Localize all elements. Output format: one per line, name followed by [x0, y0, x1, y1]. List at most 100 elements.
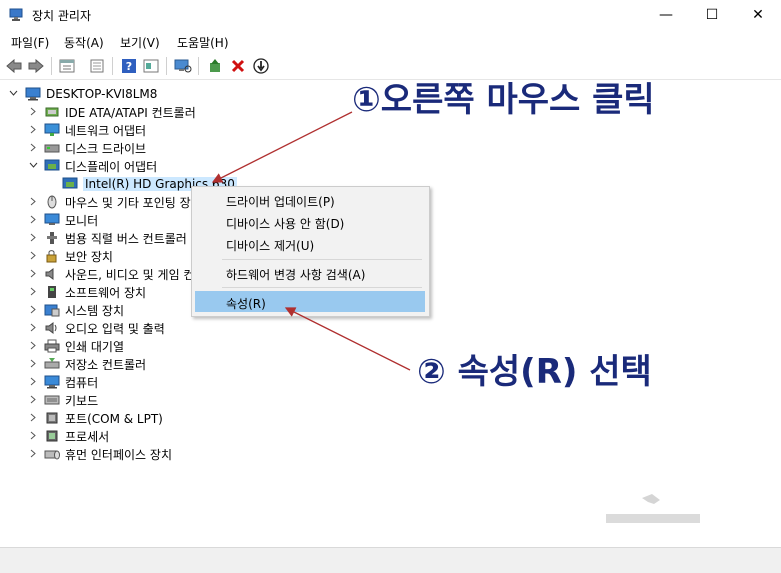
menu-item-scan-hardware[interactable]: 하드웨어 변경 사항 검색(A) — [226, 266, 365, 283]
scan-hardware-icon[interactable] — [174, 57, 192, 75]
menu-separator — [222, 287, 422, 288]
help-icon[interactable]: ? — [120, 57, 138, 75]
menu-view[interactable]: 보기(V) — [120, 34, 160, 51]
forward-icon[interactable] — [27, 57, 45, 75]
expand-chevron-icon[interactable] — [29, 413, 38, 422]
tree-item-processor[interactable]: 프로세서 — [44, 427, 109, 445]
toolbar-separator — [198, 57, 199, 75]
expand-chevron-icon[interactable] — [29, 305, 38, 314]
tree-item-print-queue[interactable]: 인쇄 대기열 — [44, 337, 124, 355]
tree-item-label: 인쇄 대기열 — [65, 339, 125, 354]
collapse-chevron-icon[interactable] — [29, 161, 38, 170]
context-menu: 드라이버 업데이트(P) 디바이스 사용 안 함(D) 디바이스 제거(U) 하… — [191, 186, 430, 317]
expand-chevron-icon[interactable] — [29, 431, 38, 440]
expand-chevron-icon[interactable] — [29, 215, 38, 224]
disk-drive-icon — [44, 144, 60, 153]
menu-item-properties[interactable]: 속성(R) — [226, 295, 266, 312]
sound-icon — [45, 268, 54, 280]
toolbar-separator — [112, 57, 113, 75]
expand-chevron-icon[interactable] — [29, 125, 38, 134]
menu-item-update-driver[interactable]: 드라이버 업데이트(P) — [226, 193, 335, 210]
tree-item-label: 디스플레이 어댑터 — [65, 159, 158, 174]
tree-item-label: 오디오 입력 및 출력 — [65, 321, 165, 336]
expand-chevron-icon[interactable] — [29, 107, 38, 116]
menu-item-uninstall-device[interactable]: 디바이스 제거(U) — [226, 237, 314, 254]
mouse-icon — [47, 195, 57, 209]
tree-root[interactable]: DESKTOP-KVI8LM8 — [25, 85, 157, 103]
tree-item-hid[interactable]: 휴먼 인터페이스 장치 — [44, 445, 172, 463]
expand-chevron-icon[interactable] — [29, 251, 38, 260]
disable-icon[interactable] — [252, 57, 270, 75]
menu-action[interactable]: 동작(A) — [64, 34, 104, 51]
svg-text:?: ? — [126, 60, 132, 73]
update-driver-icon[interactable] — [206, 57, 224, 75]
menu-item-disable-device[interactable]: 디바이스 사용 안 함(D) — [226, 215, 344, 232]
expand-chevron-icon[interactable] — [29, 143, 38, 152]
system-device-icon — [44, 304, 60, 317]
software-device-icon — [48, 286, 56, 298]
computer-icon — [25, 87, 41, 101]
expand-chevron-icon[interactable] — [29, 269, 38, 278]
toolbar-separator — [166, 57, 167, 75]
tree-item-ports[interactable]: 포트(COM & LPT) — [44, 409, 163, 427]
expand-chevron-icon[interactable] — [29, 341, 38, 350]
network-adapter-icon — [44, 123, 60, 136]
tree-item-label: IDE ATA/ATAPI 컨트롤러 — [65, 105, 196, 120]
expand-chevron-icon[interactable] — [29, 287, 38, 296]
annotation-step-2: ② 속성(R) 선택 — [417, 352, 652, 392]
tree-item-label: 모니터 — [65, 213, 99, 228]
tree-item-keyboard[interactable]: 키보드 — [44, 391, 98, 409]
tree-item-monitor[interactable]: 모니터 — [44, 211, 98, 229]
expand-chevron-icon[interactable] — [29, 359, 38, 368]
hid-icon — [44, 450, 60, 460]
status-bar — [0, 547, 781, 573]
collapse-chevron-icon[interactable] — [9, 89, 18, 98]
back-icon[interactable] — [5, 57, 23, 75]
menu-bar: 파일(F) 동작(A) 보기(V) 도움말(H) — [0, 30, 781, 52]
monitor-icon — [44, 213, 60, 225]
expand-chevron-icon[interactable] — [29, 377, 38, 386]
print-queue-icon — [44, 339, 60, 353]
tree-item-storage[interactable]: 저장소 컨트롤러 — [44, 355, 146, 373]
display-adapter-icon — [62, 177, 78, 189]
expand-chevron-icon[interactable] — [29, 323, 38, 332]
annotation-step-1: ①오른쪽 마우스 클릭 — [352, 80, 655, 120]
tree-item-audio-io[interactable]: 오디오 입력 및 출력 — [44, 319, 165, 337]
tree-item-software[interactable]: 소프트웨어 장치 — [44, 283, 146, 301]
expand-chevron-icon[interactable] — [29, 449, 38, 458]
ide-controller-icon — [45, 107, 59, 117]
tree-item-display[interactable]: 디스플레이 어댑터 — [44, 157, 157, 175]
tree-item-disk[interactable]: 디스크 드라이브 — [44, 139, 146, 157]
expand-chevron-icon[interactable] — [29, 395, 38, 404]
tree-item-system[interactable]: 시스템 장치 — [44, 301, 124, 319]
tree-item-label: 키보드 — [65, 393, 99, 408]
root-label: DESKTOP-KVI8LM8 — [46, 87, 158, 101]
menu-help[interactable]: 도움말(H) — [177, 34, 229, 51]
tree-item-computer[interactable]: 컴퓨터 — [44, 373, 98, 391]
minimize-button[interactable]: — — [643, 0, 689, 30]
tree-item-label: 범용 직렬 버스 컨트롤러 — [65, 231, 187, 246]
close-button[interactable]: ✕ — [735, 0, 781, 30]
tree-item-security[interactable]: 보안 장치 — [44, 247, 113, 265]
uninstall-icon[interactable] — [229, 57, 247, 75]
menu-file[interactable]: 파일(F) — [11, 34, 49, 51]
properties-view-icon[interactable] — [58, 57, 76, 75]
storage-controller-icon — [44, 358, 60, 369]
display-adapter-icon — [44, 159, 60, 171]
tree-item-label: 소프트웨어 장치 — [65, 285, 147, 300]
expand-chevron-icon[interactable] — [29, 197, 38, 206]
tree-item-label: 보안 장치 — [65, 249, 113, 264]
tree-item-ide[interactable]: IDE ATA/ATAPI 컨트롤러 — [44, 103, 196, 121]
computer-icon — [44, 375, 60, 389]
show-hidden-icon[interactable] — [142, 57, 160, 75]
tree-item-label: 저장소 컨트롤러 — [65, 357, 147, 372]
security-device-icon — [46, 250, 57, 263]
tree-item-network[interactable]: 네트워크 어댑터 — [44, 121, 146, 139]
tree-item-label: 휴먼 인터페이스 장치 — [65, 447, 172, 462]
tree-item-mouse[interactable]: 마우스 및 기타 포인팅 장치 — [44, 193, 202, 211]
port-icon — [46, 412, 58, 424]
maximize-button[interactable]: ☐ — [689, 0, 735, 30]
device-list-icon[interactable] — [88, 57, 106, 75]
tree-item-usb[interactable]: 범용 직렬 버스 컨트롤러 — [44, 229, 187, 247]
expand-chevron-icon[interactable] — [29, 233, 38, 242]
